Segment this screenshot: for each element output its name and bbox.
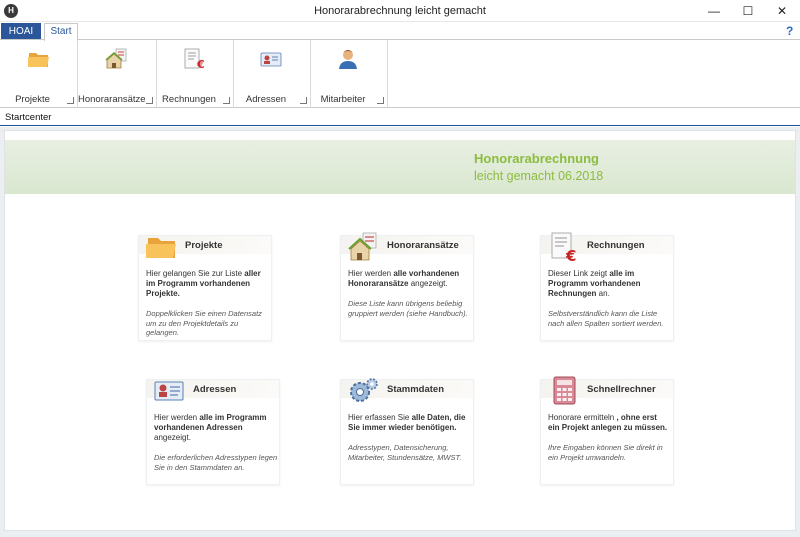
ribbon-label-mitarbeiter: Mitarbeiter (320, 94, 366, 105)
gears-icon (350, 378, 378, 402)
group-launcher-icon[interactable] (300, 97, 307, 104)
card-note: Die erforderlichen Adresstypen legen Sie… (154, 453, 278, 472)
invoice-euro-icon: € (551, 232, 576, 262)
svg-text:€: € (196, 58, 205, 71)
maximize-button[interactable]: ☐ (731, 0, 765, 22)
card-note: Adresstypen, Datensicherung, Mitarbeiter… (348, 443, 462, 462)
startcenter-canvas: Honorarabrechnung leicht gemacht 06.2018… (4, 130, 796, 531)
group-launcher-icon[interactable] (146, 97, 153, 104)
folder-icon (28, 53, 49, 67)
group-launcher-icon[interactable] (377, 97, 384, 104)
invoice-euro-icon: € (184, 48, 205, 71)
ribbon-group-mitarbeiter[interactable]: Mitarbeiter (311, 40, 388, 108)
address-card-icon (154, 381, 184, 401)
card-description: Honorare ermitteln , ohne erst ein Proje… (548, 413, 668, 432)
group-launcher-icon[interactable] (223, 97, 230, 104)
card-description: Hier werden alle im Programm vorhandenen… (154, 413, 267, 442)
window-title: Honorarabrechnung leicht gemacht (314, 5, 486, 17)
close-button[interactable]: ✕ (765, 0, 799, 22)
card-note: Ihre Eingaben können Sie direkt in ein P… (548, 443, 663, 462)
ribbon-label-honoraransaetze: Honoraransätze (78, 94, 146, 105)
ribbon-group-honoraransaetze[interactable]: Honoraransätze (78, 40, 157, 108)
tab-hoai[interactable]: HOAI (1, 23, 41, 40)
card-schnellrechner[interactable]: Schnellrechner Honorare ermitteln , ohne… (540, 376, 674, 485)
help-icon[interactable]: ? (786, 24, 793, 38)
tab-start[interactable]: Start (44, 23, 78, 41)
group-launcher-icon[interactable] (67, 97, 74, 104)
panel-header: Startcenter (0, 109, 800, 126)
ribbon-group-rechnungen[interactable]: € Rechnungen (157, 40, 234, 108)
card-title[interactable]: Adressen (193, 384, 236, 395)
card-title[interactable]: Projekte (185, 240, 223, 251)
ribbon-label-adressen: Adressen (245, 94, 287, 105)
card-description: Hier erfassen Sie alle Daten, die Sie im… (348, 413, 466, 432)
card-title[interactable]: Honoraransätze (387, 240, 459, 251)
card-note: Selbstverständlich kann die Liste nach a… (548, 309, 664, 328)
svg-text:€: € (565, 247, 576, 262)
card-stammdaten[interactable]: Stammdaten Hier erfassen Sie alle Daten,… (340, 378, 474, 485)
person-icon (339, 50, 357, 69)
card-description: Hier werden alle vorhandenen Honoraransä… (348, 269, 460, 288)
card-title[interactable]: Schnellrechner (587, 384, 656, 395)
minimize-button[interactable]: — (697, 0, 731, 22)
banner-title: Honorarabrechnung (474, 151, 599, 166)
card-adressen[interactable]: Adressen Hier werden alle im Programm vo… (146, 379, 280, 485)
house-document-icon (348, 232, 377, 261)
ribbon-label-projekte: Projekte (15, 94, 50, 105)
welcome-banner: Honorarabrechnung leicht gemacht 06.2018 (5, 140, 795, 194)
card-honoraransaetze[interactable]: Honoraransätze Hier werden alle vorhande… (340, 232, 474, 341)
ribbon-label-rechnungen: Rechnungen (162, 94, 216, 105)
ribbon: Projekte Honoraransätze € Rechnungen Adr… (0, 39, 800, 108)
ribbon-group-projekte[interactable]: Projekte (0, 40, 78, 108)
title-bar: H Honorarabrechnung leicht gemacht — ☐ ✕ (0, 0, 800, 22)
card-projekte[interactable]: Projekte Hier gelangen Sie zur Liste all… (138, 235, 272, 341)
ribbon-group-adressen[interactable]: Adressen (234, 40, 311, 108)
card-title[interactable]: Stammdaten (387, 384, 444, 395)
card-description: Hier gelangen Sie zur Liste aller im Pro… (146, 269, 261, 298)
folder-icon (146, 238, 176, 258)
card-title[interactable]: Rechnungen (587, 240, 645, 251)
calculator-icon (553, 376, 576, 405)
address-card-icon (260, 52, 282, 67)
panel-title: Startcenter (5, 112, 52, 123)
card-description: Dieser Link zeigt alle im Programm vorha… (548, 269, 641, 298)
house-document-icon (105, 48, 127, 69)
banner-subtitle: leicht gemacht 06.2018 (474, 169, 604, 183)
card-note: Diese Liste kann übrigens beliebig grupp… (348, 299, 468, 318)
card-rechnungen[interactable]: € Rechnungen Dieser Link zeigt alle im P… (540, 232, 674, 341)
startcenter-content: Honorarabrechnung leicht gemacht 06.2018… (0, 127, 800, 537)
ribbon-tab-row: HOAI Start ? (0, 22, 800, 41)
card-note: Doppelklicken Sie einen Datensatz um zu … (146, 309, 262, 337)
